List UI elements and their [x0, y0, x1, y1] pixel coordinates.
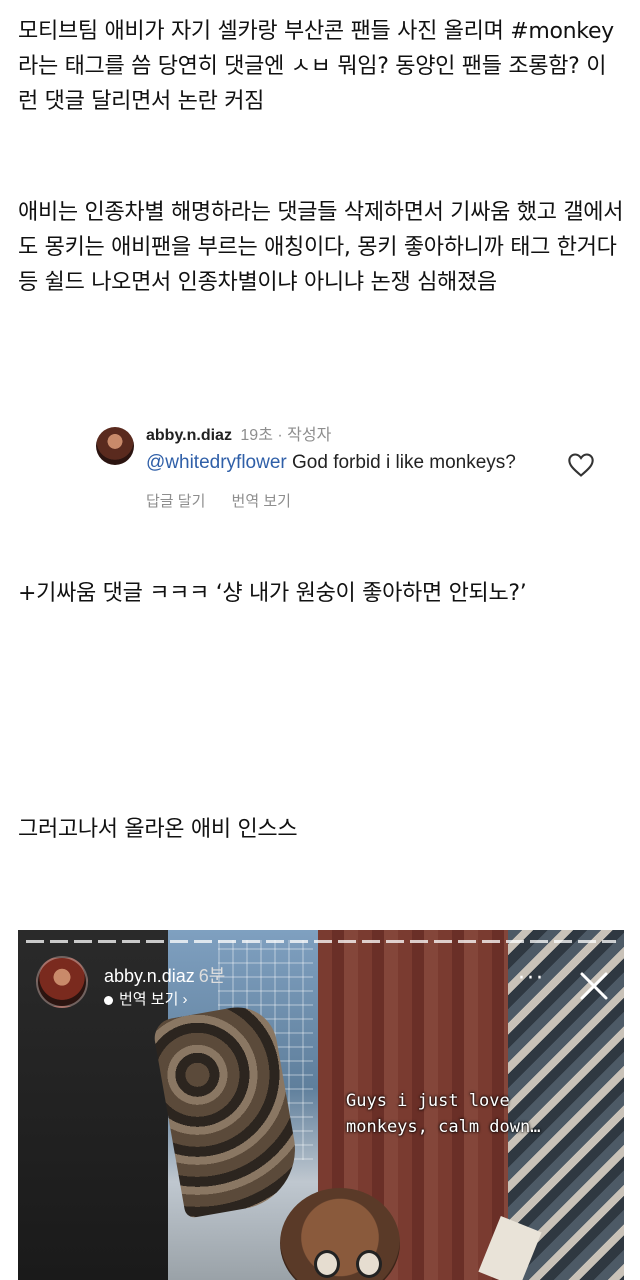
story-time: 6분	[198, 966, 226, 986]
post-paragraph-2: 애비는 인종차별 해명하라는 댓글들 삭제하면서 기싸움 했고 갤에서도 몽키는…	[18, 200, 624, 295]
comment-mention[interactable]: @whitedryflower	[146, 452, 287, 473]
translate-button[interactable]: 번역 보기	[232, 493, 291, 510]
story-caption-line-2: monkeys, calm down…	[346, 1117, 541, 1137]
reply-button[interactable]: 답글 달기	[146, 493, 205, 510]
comment-username[interactable]: abby.n.diaz	[146, 427, 232, 444]
translate-dot-icon	[104, 995, 113, 1005]
story-translate-label[interactable]: 번역 보기 ›	[119, 991, 188, 1008]
story-avatar[interactable]	[36, 956, 88, 1008]
story-caption-line-1: Guys i just love	[346, 1091, 510, 1111]
comment-meta: 19초 · 작성자	[240, 427, 332, 444]
monkey-eye-left	[314, 1250, 340, 1278]
story-header[interactable]: abby.n.diaz 6분	[104, 962, 225, 988]
heart-icon[interactable]	[567, 452, 595, 478]
post-paragraph-4: 그러고나서 올라온 애비 인스스	[18, 817, 298, 842]
more-options-button[interactable]: ···	[518, 966, 545, 991]
post-paragraph-1: 모티브팀 애비가 자기 셀카랑 부산콘 팬들 사진 올리며 #monkey라는 …	[18, 19, 614, 114]
post-paragraph-3: +기싸움 댓글 ㅋㅋㅋ ‘샹 내가 원숭이 좋아하면 안되노?’	[18, 581, 527, 606]
comment-text: @whitedryflower God forbid i like monkey…	[146, 449, 566, 476]
close-icon[interactable]	[578, 970, 610, 1002]
story-translate[interactable]: 번역 보기 ›	[104, 988, 188, 1009]
instagram-story-screenshot: abby.n.diaz 6분 번역 보기 › ··· Guys i just lo…	[18, 930, 624, 1280]
comment-body: God forbid i like monkeys?	[286, 452, 516, 473]
commenter-avatar[interactable]	[96, 427, 134, 465]
story-caption: Guys i just love monkeys, calm down…	[346, 1088, 606, 1140]
monkey-eye-right	[356, 1250, 382, 1278]
story-username[interactable]: abby.n.diaz	[104, 966, 195, 986]
story-progress-bar	[26, 940, 616, 943]
